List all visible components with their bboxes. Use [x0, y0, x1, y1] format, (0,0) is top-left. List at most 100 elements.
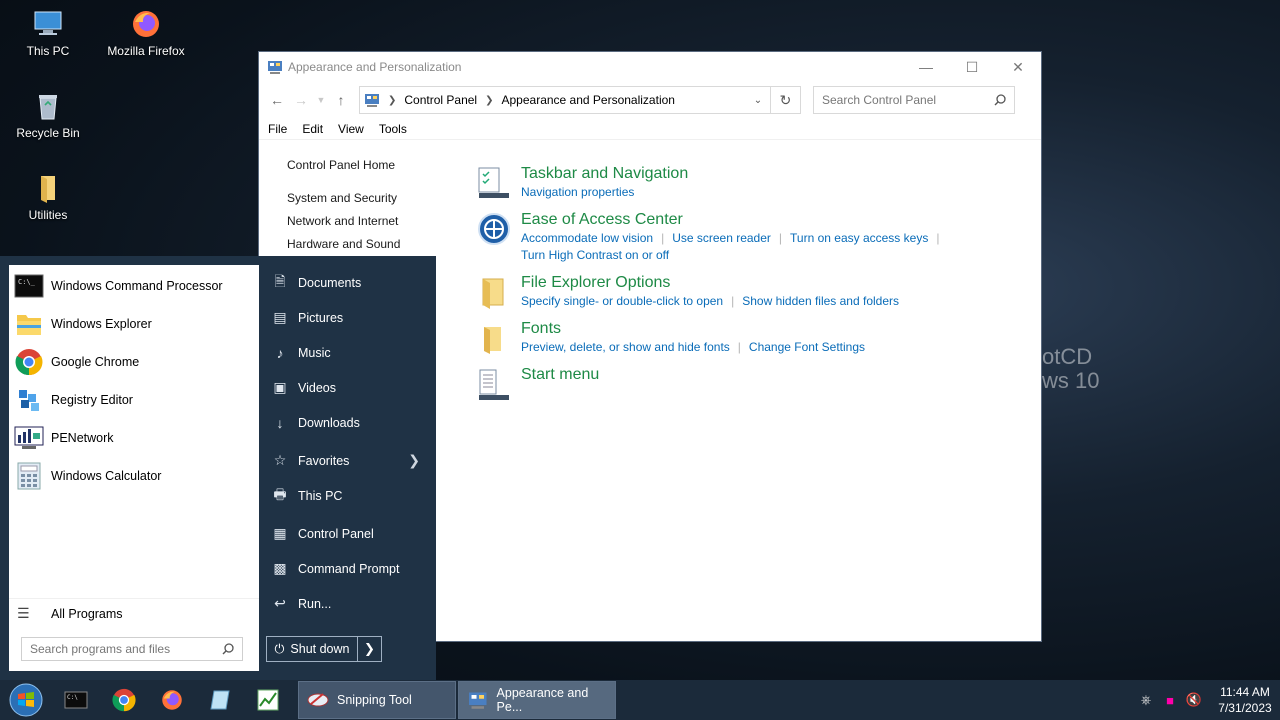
clock[interactable]: 11:44 AM 7/31/2023 — [1210, 684, 1280, 716]
start-item-pictures[interactable]: ▤ Pictures — [262, 300, 432, 335]
volume-muted-icon[interactable]: 🔇 — [1182, 692, 1206, 708]
link-use-screen-reader[interactable]: Use screen reader — [672, 230, 771, 247]
category-title[interactable]: File Explorer Options — [521, 273, 1027, 293]
maximize-button[interactable]: ☐ — [949, 52, 995, 82]
refresh-icon[interactable]: ↻ — [771, 86, 801, 114]
title-bar[interactable]: Appearance and Personalization — ☐ ✕ — [259, 52, 1041, 82]
color-palette-tray-icon[interactable]: ■ — [1158, 693, 1182, 708]
address-dropdown-icon[interactable]: ⌄ — [746, 95, 770, 106]
folder-options-icon — [482, 278, 504, 309]
notepad-icon — [210, 690, 230, 710]
program-chrome[interactable]: Google Chrome — [9, 343, 259, 381]
desktop-icon-this-pc[interactable]: This PC — [0, 8, 96, 58]
all-programs-label: All Programs — [51, 606, 123, 621]
category-fonts: Fonts Preview, delete, or show and hide … — [477, 319, 1027, 365]
category-file-explorer-options: File Explorer Options Specify single- or… — [477, 273, 1027, 319]
shutdown-options-chevron-icon[interactable]: ❯ — [358, 636, 382, 662]
list-icon: ☰ — [17, 605, 30, 621]
program-label: Windows Command Processor — [51, 279, 223, 293]
start-item-documents[interactable]: 🗎 Documents — [262, 265, 432, 300]
program-calculator[interactable]: Windows Calculator — [9, 457, 259, 495]
breadcrumb-appearance[interactable]: Appearance and Personalization — [502, 93, 675, 107]
start-item-command-prompt[interactable]: ▩ Command Prompt — [262, 551, 432, 586]
taskbar-icon — [478, 167, 509, 198]
desktop-icon-label: This PC — [26, 44, 70, 58]
control-panel-icon — [469, 692, 487, 709]
all-programs-button[interactable]: ☰ All Programs — [9, 598, 259, 628]
start-item-run[interactable]: ↩ Run... — [262, 586, 432, 621]
start-item-this-pc[interactable]: 🖶 This PC — [262, 478, 432, 513]
category-taskbar-navigation: Taskbar and Navigation Navigation proper… — [477, 164, 1027, 210]
file-explorer-icon — [17, 315, 41, 335]
program-label: PENetwork — [51, 431, 114, 445]
start-item-control-panel[interactable]: ▦ Control Panel — [262, 516, 432, 551]
category-title[interactable]: Start menu — [521, 365, 1027, 385]
search-icon[interactable] — [994, 94, 1006, 106]
up-arrow-icon[interactable]: ↑ — [329, 88, 353, 112]
sidebar-item-network[interactable]: Network and Internet — [287, 214, 400, 237]
taskbar-appearance-window[interactable]: Appearance and Pe... — [458, 681, 616, 719]
folder-icon — [41, 176, 55, 203]
start-item-favorites[interactable]: ☆ Favorites ❯ — [262, 443, 432, 478]
program-cmd[interactable]: C:\_ Windows Command Processor — [9, 267, 259, 305]
start-item-downloads[interactable]: ↓ Downloads — [262, 405, 432, 440]
link-navigation-properties[interactable]: Navigation properties — [521, 184, 634, 201]
program-explorer[interactable]: Windows Explorer — [9, 305, 259, 343]
recycle-bin-icon — [39, 95, 57, 120]
link-preview-fonts[interactable]: Preview, delete, or show and hide fonts — [521, 339, 730, 356]
recent-locations-chevron-icon[interactable]: ▼ — [313, 88, 329, 112]
control-panel-icon — [268, 61, 282, 74]
run-icon: ↩ — [274, 595, 286, 611]
start-item-music[interactable]: ♪ Music — [262, 335, 432, 370]
network-tray-icon[interactable]: ⎈ — [1134, 692, 1158, 708]
link-change-font-settings[interactable]: Change Font Settings — [749, 339, 865, 356]
forward-arrow-icon[interactable]: → — [289, 88, 313, 112]
category-title[interactable]: Ease of Access Center — [521, 210, 1027, 230]
start-item-label: Music — [298, 345, 331, 360]
menu-edit[interactable]: Edit — [302, 122, 323, 136]
taskbar-firefox[interactable] — [148, 680, 196, 720]
taskbar-notepad[interactable] — [196, 680, 244, 720]
link-show-hidden-files[interactable]: Show hidden files and folders — [742, 293, 899, 310]
start-button[interactable] — [0, 680, 52, 720]
back-arrow-icon[interactable]: ← — [265, 88, 289, 112]
shutdown-button[interactable]: ⏻ Shut down — [266, 636, 358, 662]
taskbar-task-manager[interactable] — [244, 680, 292, 720]
desktop-icon-recycle-bin[interactable]: Recycle Bin — [0, 90, 96, 140]
start-search-input[interactable] — [30, 642, 222, 656]
start-menu-programs-panel: C:\_ Windows Command Processor Windows E… — [9, 265, 259, 671]
link-divider: | — [936, 231, 940, 245]
sidebar-item-system-security[interactable]: System and Security — [287, 191, 400, 214]
search-icon[interactable] — [222, 643, 234, 655]
command-prompt-icon: ▩ — [273, 560, 287, 576]
program-regedit[interactable]: Registry Editor — [9, 381, 259, 419]
menu-tools[interactable]: Tools — [379, 122, 407, 136]
category-title[interactable]: Taskbar and Navigation — [521, 164, 1027, 184]
breadcrumb-control-panel[interactable]: Control Panel — [404, 93, 477, 107]
start-item-videos[interactable]: ▣ Videos — [262, 370, 432, 405]
desktop-icon-utilities[interactable]: Utilities — [0, 172, 96, 222]
menu-file[interactable]: File — [268, 122, 287, 136]
minimize-button[interactable]: — — [903, 52, 949, 82]
link-easy-access-keys[interactable]: Turn on easy access keys — [790, 230, 928, 247]
control-panel-home-link[interactable]: Control Panel Home — [287, 158, 400, 181]
taskbar-chrome[interactable] — [100, 680, 148, 720]
taskbar-snipping-tool[interactable]: Snipping Tool — [298, 681, 456, 719]
svg-text:C:\: C:\ — [67, 694, 78, 701]
taskbar-command-prompt[interactable]: C:\ — [52, 680, 100, 720]
search-input[interactable] — [822, 93, 994, 107]
menu-view[interactable]: View — [338, 122, 364, 136]
category-title[interactable]: Fonts — [521, 319, 1027, 339]
desktop-icon-firefox[interactable]: Mozilla Firefox — [98, 8, 194, 58]
link-divider: | — [661, 231, 665, 245]
firefox-icon — [162, 690, 182, 710]
start-item-label: Videos — [298, 380, 336, 395]
program-penetwork[interactable]: PENetwork — [9, 419, 259, 457]
start-search-box[interactable] — [21, 637, 243, 661]
link-high-contrast[interactable]: Turn High Contrast on or off — [521, 247, 669, 264]
search-box[interactable] — [813, 86, 1015, 114]
address-bar[interactable]: ❯ Control Panel ❯ Appearance and Persona… — [359, 86, 771, 114]
close-button[interactable]: ✕ — [995, 52, 1041, 82]
link-accommodate-low-vision[interactable]: Accommodate low vision — [521, 230, 653, 247]
link-single-double-click[interactable]: Specify single- or double-click to open — [521, 293, 723, 310]
